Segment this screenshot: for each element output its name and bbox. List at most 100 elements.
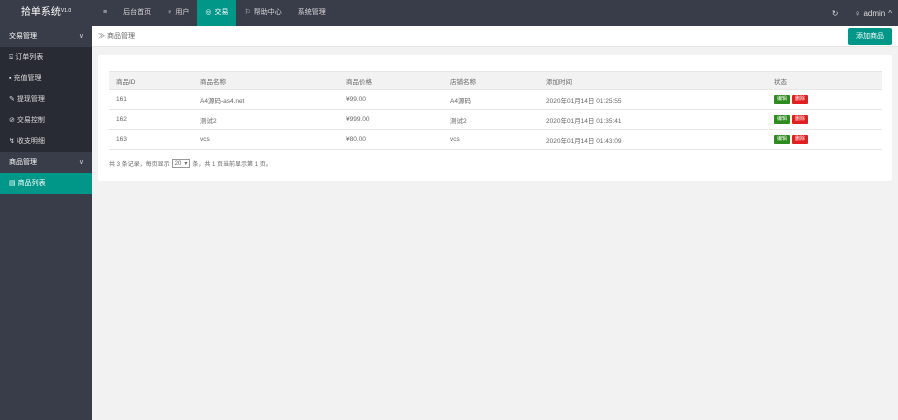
sidebar-item-ledger[interactable]: ↯ 收支明细 [0,131,92,152]
sidebar-group-label: 交易管理 [9,33,37,40]
nav-item-users[interactable]: ♀ 用户 [159,0,197,26]
col-header-shop: 店铺名称 [443,71,539,90]
breadcrumb-current[interactable]: 商品管理 [107,33,135,40]
cell-price: ¥999.00 [339,109,443,130]
sidebar-item-trade-control[interactable]: ⊘ 交易控制 [0,110,92,131]
list-icon: ▤ [9,180,16,187]
sidebar-group-goods[interactable]: 商品管理 ∨ [0,152,92,173]
sidebar-item-label: 交易控制 [16,117,45,124]
control-icon: ⊘ [9,117,15,124]
top-right-tools: ↻ ♀ admin ^ [822,0,898,26]
nav-menu-toggle[interactable]: ≡ [95,0,115,26]
app-version: V1.0 [60,8,72,14]
sidebar-item-recharge[interactable]: ▪ 充值管理 [0,68,92,89]
nav-item-trade[interactable]: ◎ 交易 [197,0,237,26]
breadcrumb-bar: ≫ 商品管理 添加商品 [92,26,898,47]
edit-button[interactable]: 编辑 [774,135,791,144]
app-logo[interactable]: 拾单系统V1.0 [0,0,92,26]
user-icon: ♀ [167,9,173,16]
add-goods-button[interactable]: 添加商品 [848,28,892,45]
caret-down-icon: ▾ [184,161,188,167]
cell-id: 163 [109,129,193,150]
recharge-icon: ▪ [9,75,12,82]
table-header-row: 商品ID 商品名称 商品价格 店铺名称 添加时间 状态 [109,71,882,90]
pager-prefix: 共 3 条记录，每页显示 [109,162,170,168]
cell-actions: 编辑 删除 [767,129,882,150]
col-header-status: 状态 [767,71,882,90]
edit-button[interactable]: 编辑 [774,115,791,124]
col-header-time: 添加时间 [539,71,767,90]
goods-card: 商品ID 商品名称 商品价格 店铺名称 添加时间 状态 161 A4源码-as4… [98,55,892,181]
table-row: 163 vcs ¥80.00 vcs 2020年01月14日 01:43:09 … [109,129,882,150]
nav-item-help[interactable]: ⚐ 帮助中心 [236,0,289,26]
cell-time: 2020年01月14日 01:43:09 [539,129,767,150]
breadcrumb-separator-icon: ≫ [98,33,105,40]
edit-button[interactable]: 编辑 [774,95,791,104]
ledger-icon: ↯ [9,138,15,145]
sidebar-item-label: 提现管理 [16,96,45,103]
pagination: 共 3 条记录，每页显示 20 ▾ 条，共 1 页当前显示第 1 页。 [109,159,272,168]
col-header-id: 商品ID [109,71,193,90]
cell-shop: vcs [443,129,539,150]
table-row: 161 A4源码-as4.net ¥99.00 A4源码 2020年01月14日… [109,89,882,110]
sidebar-item-label: 充值管理 [13,75,42,82]
sidebar-item-label: 商品列表 [17,180,46,187]
sidebar-item-withdraw[interactable]: ✎ 提现管理 [0,89,92,110]
col-header-name: 商品名称 [193,71,339,90]
cell-name: vcs [193,129,339,150]
sidebar-group-trade[interactable]: 交易管理 ∨ [0,26,92,47]
chevron-down-icon: ∨ [78,33,84,40]
nav-item-label: 帮助中心 [253,9,282,16]
cell-name: A4源码-as4.net [193,89,339,110]
delete-button[interactable]: 删除 [792,115,809,124]
cell-time: 2020年01月14日 01:25:55 [539,89,767,110]
edit-icon: ✎ [9,96,15,103]
delete-button[interactable]: 删除 [792,95,809,104]
per-page-value: 20 [174,161,182,167]
cell-price: ¥80.00 [339,129,443,150]
nav-item-label: 交易 [214,9,229,16]
nav-item-label: 系统管理 [297,9,326,16]
sidebar-item-goods-list[interactable]: ▤ 商品列表 [0,173,92,194]
sidebar-item-label: 收支明细 [16,138,45,145]
pager-suffix: 条，共 1 页当前显示第 1 页。 [192,162,272,168]
goods-table: 商品ID 商品名称 商品价格 店铺名称 添加时间 状态 161 A4源码-as4… [109,71,882,150]
delete-button[interactable]: 删除 [792,135,809,144]
table-row: 162 测试2 ¥999.00 测试2 2020年01月14日 01:35:41… [109,109,882,130]
user-name: admin [863,8,886,18]
sidebar-submenu-goods: ▤ 商品列表 [0,173,92,194]
user-menu[interactable]: ♀ admin ^ [848,9,898,18]
nav-item-home[interactable]: 后台首页 [115,0,159,26]
cell-id: 162 [109,109,193,130]
refresh-icon[interactable]: ↻ [822,9,849,18]
sidebar-item-orders[interactable]: ⌺ 订单列表 [0,47,92,68]
cell-time: 2020年01月14日 01:35:41 [539,109,767,130]
user-icon: ♀ [854,8,861,18]
cell-shop: 测试2 [443,109,539,130]
sidebar-group-label: 商品管理 [9,159,37,166]
sidebar-item-label: 订单列表 [15,54,44,61]
cell-name: 测试2 [193,109,339,130]
cell-id: 161 [109,89,193,110]
flag-icon: ⚐ [244,9,251,16]
breadcrumb: ≫ 商品管理 [98,26,135,47]
top-nav: ≡ 后台首页 ♀ 用户 ◎ 交易 ⚐ 帮助中心 系统管理 [95,0,334,26]
sidebar: 交易管理 ∨ ⌺ 订单列表 ▪ 充值管理 ✎ 提现管理 ⊘ 交易控制 ↯ 收支明… [0,26,92,420]
cell-actions: 编辑 删除 [767,109,882,130]
orders-icon: ⌺ [9,54,14,61]
sidebar-submenu-trade: ⌺ 订单列表 ▪ 充值管理 ✎ 提现管理 ⊘ 交易控制 ↯ 收支明细 [0,47,92,152]
nav-item-label: 用户 [175,9,190,16]
chevron-up-icon: ^ [888,8,892,18]
top-bar: 拾单系统V1.0 ≡ 后台首页 ♀ 用户 ◎ 交易 ⚐ 帮助中心 系统管理 ↻ … [0,0,898,26]
cell-price: ¥99.00 [339,89,443,110]
chevron-down-icon: ∨ [78,159,84,166]
cell-shop: A4源码 [443,89,539,110]
trade-icon: ◎ [205,9,212,16]
menu-icon: ≡ [103,9,108,16]
per-page-select[interactable]: 20 ▾ [171,159,191,168]
nav-item-label: 后台首页 [123,9,152,16]
app-title: 拾单系统 [20,7,61,18]
col-header-price: 商品价格 [339,71,443,90]
cell-actions: 编辑 删除 [767,89,882,110]
nav-item-system[interactable]: 系统管理 [290,0,334,26]
